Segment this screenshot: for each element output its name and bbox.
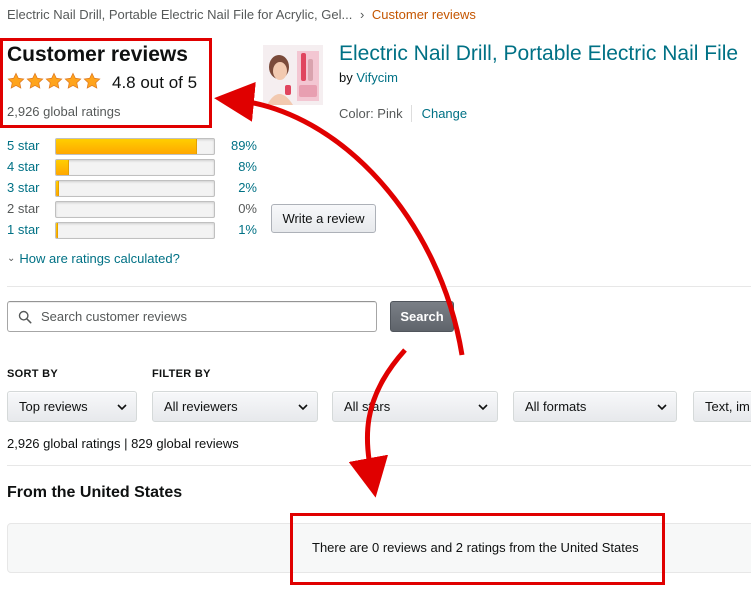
write-review-button[interactable]: Write a review xyxy=(271,204,376,233)
breadcrumb-product-link[interactable]: Electric Nail Drill, Portable Electric N… xyxy=(7,7,352,22)
divider xyxy=(410,105,412,122)
histogram-row-4-star[interactable]: 4 star 8% xyxy=(7,158,267,176)
product-image-icon xyxy=(263,45,323,105)
by-prefix: by xyxy=(339,70,353,85)
color-label: Color: Pink xyxy=(339,106,403,121)
annotation-highlight-box xyxy=(0,38,212,128)
byline: by Vifycim xyxy=(339,70,398,85)
histogram-bar[interactable] xyxy=(55,159,215,176)
histogram-percent[interactable]: 1% xyxy=(238,221,257,239)
search-button[interactable]: Search xyxy=(390,301,454,332)
histogram-percent[interactable]: 2% xyxy=(238,179,257,197)
product-thumbnail[interactable] xyxy=(263,45,323,105)
search-icon xyxy=(18,310,32,323)
histogram-label: 2 star xyxy=(7,201,40,216)
review-search-box[interactable] xyxy=(7,301,377,332)
filter-by-heading: FILTER BY xyxy=(152,368,211,380)
star-filter-dropdown[interactable]: All stars xyxy=(332,391,498,422)
histogram-row-5-star[interactable]: 5 star 89% xyxy=(7,137,267,155)
search-input[interactable] xyxy=(39,308,373,325)
section-divider xyxy=(7,465,751,466)
histogram-bar[interactable] xyxy=(55,138,215,155)
histogram-bar[interactable] xyxy=(55,180,215,197)
histogram-row-2-star: 2 star 0% xyxy=(7,200,267,218)
histogram-label[interactable]: 5 star xyxy=(7,137,40,155)
how-ratings-calculated-link[interactable]: ⌄ How are ratings calculated? xyxy=(7,251,180,266)
sort-selected-value: Top reviews xyxy=(19,399,88,414)
histogram-fill xyxy=(56,160,69,175)
histogram-bar xyxy=(55,201,215,218)
format-filter-dropdown[interactable]: All formats xyxy=(513,391,677,422)
chevron-down-icon xyxy=(117,404,127,411)
histogram-row-3-star[interactable]: 3 star 2% xyxy=(7,179,267,197)
media-filter-value: Text, im xyxy=(705,399,750,414)
histogram-bar[interactable] xyxy=(55,222,215,239)
histogram-label[interactable]: 1 star xyxy=(7,221,40,239)
chevron-down-icon xyxy=(298,404,308,411)
histogram-fill xyxy=(56,181,60,196)
breadcrumb-current: Customer reviews xyxy=(371,7,476,22)
section-divider xyxy=(7,286,751,287)
histogram-fill xyxy=(56,223,58,238)
breadcrumb-separator: › xyxy=(359,7,365,22)
histogram-percent[interactable]: 8% xyxy=(238,158,257,176)
histogram-label[interactable]: 4 star xyxy=(7,158,40,176)
how-ratings-calculated-label[interactable]: How are ratings calculated? xyxy=(19,251,179,266)
brand-link[interactable]: Vifycim xyxy=(356,70,398,85)
chevron-down-icon xyxy=(657,404,667,411)
ratings-reviews-count: 2,926 global ratings | 829 global review… xyxy=(7,436,239,451)
reviewer-filter-value: All reviewers xyxy=(164,399,238,414)
histogram-percent[interactable]: 89% xyxy=(231,137,257,155)
star-filter-value: All stars xyxy=(344,399,391,414)
histogram-row-1-star[interactable]: 1 star 1% xyxy=(7,221,267,239)
chevron-down-icon: ⌄ xyxy=(7,253,16,264)
region-heading: From the United States xyxy=(7,484,183,501)
media-filter-dropdown[interactable]: Text, im xyxy=(693,391,751,422)
reviewer-filter-dropdown[interactable]: All reviewers xyxy=(152,391,318,422)
breadcrumb: Electric Nail Drill, Portable Electric N… xyxy=(7,7,476,22)
sort-dropdown[interactable]: Top reviews xyxy=(7,391,137,422)
change-color-link[interactable]: Change xyxy=(422,106,468,121)
histogram-fill xyxy=(56,139,197,154)
histogram-percent: 0% xyxy=(238,201,257,216)
sort-by-heading: SORT BY xyxy=(7,368,58,380)
annotation-highlight-box xyxy=(290,513,665,585)
product-title-link[interactable]: Electric Nail Drill, Portable Electric N… xyxy=(339,42,738,66)
color-selection: Color: Pink Change xyxy=(339,105,467,122)
format-filter-value: All formats xyxy=(525,399,587,414)
histogram-label[interactable]: 3 star xyxy=(7,179,40,197)
chevron-down-icon xyxy=(478,404,488,411)
